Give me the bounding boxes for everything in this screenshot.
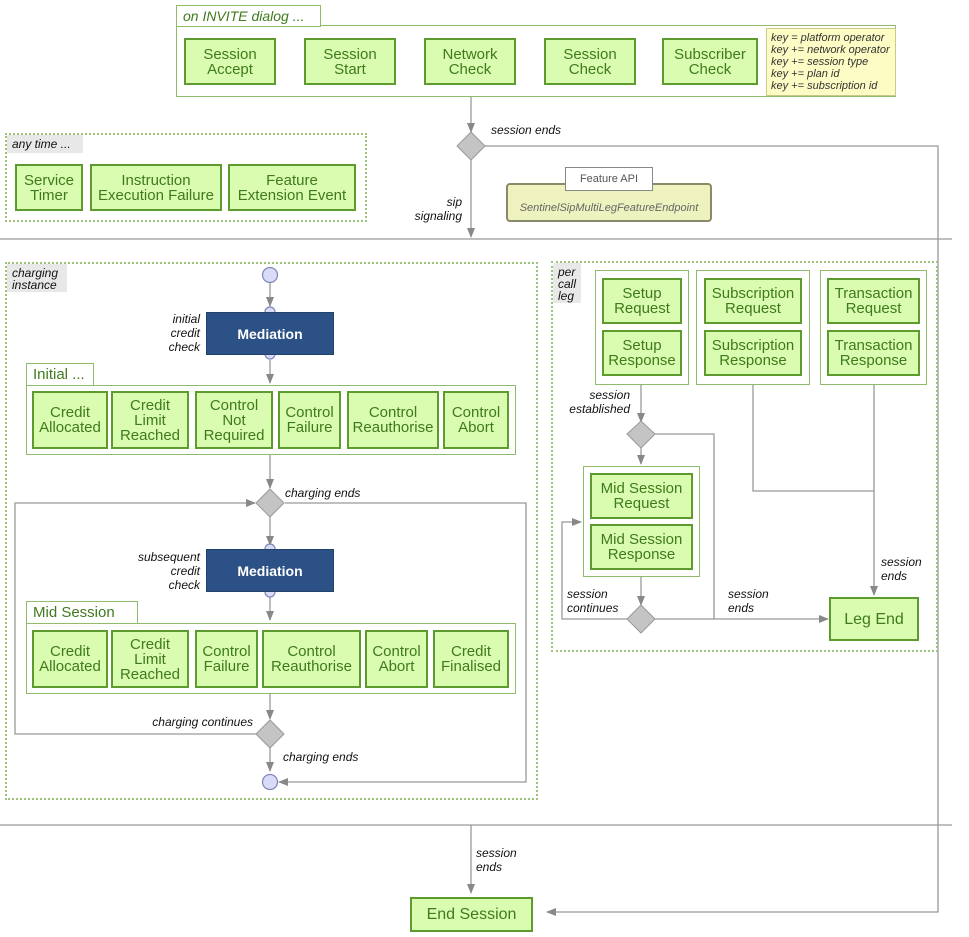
session-ends-label-a: session ends	[728, 587, 769, 615]
mid-credit-limit-reached-node[interactable]: Credit Limit Reached	[111, 630, 189, 688]
mid-control-abort-node[interactable]: Control Abort	[365, 630, 428, 688]
network-check-node[interactable]: Network Check	[424, 38, 516, 85]
setup-request-node[interactable]: Setup Request	[602, 278, 682, 324]
session-continues-label: session continues	[567, 587, 619, 615]
session-ends-label-bottom: session ends	[476, 846, 517, 874]
mid-credit-finalised-node[interactable]: Credit Finalised	[433, 630, 509, 688]
any-time-label: any time ...	[7, 135, 83, 153]
mid-session-group-label: Mid Session ...	[26, 601, 138, 638]
session-start-node[interactable]: Session Start	[304, 38, 396, 85]
initial-credit-allocated-node[interactable]: Credit Allocated	[32, 391, 108, 449]
invite-dialog-label: on INVITE dialog ...	[176, 5, 321, 27]
transaction-response-node[interactable]: Transaction Response	[827, 330, 920, 376]
mid-control-failure-node[interactable]: Control Failure	[195, 630, 258, 688]
subsequent-credit-check-label: subsequent credit check	[137, 550, 200, 592]
session-ends-label-b: session ends	[881, 555, 922, 583]
initial-control-not-required-node[interactable]: Control Not Required	[195, 391, 273, 449]
feature-api-tab: Feature API	[565, 167, 653, 191]
charging-instance-label: charging instance	[7, 264, 67, 292]
initial-credit-limit-reached-node[interactable]: Credit Limit Reached	[111, 391, 189, 449]
initial-group-label: Initial ...	[26, 363, 94, 386]
charging-continues-label: charging continues	[152, 715, 253, 729]
end-session-node[interactable]: End Session	[410, 897, 533, 932]
session-check-node[interactable]: Session Check	[544, 38, 636, 85]
mediation-initial-node[interactable]: Mediation	[206, 312, 334, 355]
key-note: key = platform operator key += network o…	[766, 28, 896, 96]
decision-diamond	[456, 131, 486, 161]
initial-credit-check-label: initial credit check	[168, 312, 200, 354]
instruction-execution-failure-node[interactable]: Instruction Execution Failure	[90, 164, 222, 211]
session-accept-node[interactable]: Session Accept	[184, 38, 276, 85]
charging-ends-label-2: charging ends	[283, 750, 359, 764]
mid-control-reauthorise-node[interactable]: Control Reauthorise	[262, 630, 361, 688]
feature-extension-event-node[interactable]: Feature Extension Event	[228, 164, 356, 211]
leg-end-node[interactable]: Leg End	[829, 597, 919, 641]
mid-session-response-node[interactable]: Mid Session Response	[590, 524, 693, 570]
initial-control-reauthorise-node[interactable]: Control Reauthorise	[347, 391, 439, 449]
subscriber-check-node[interactable]: Subscriber Check	[662, 38, 758, 85]
call-leg-label: per call leg	[553, 263, 581, 303]
charging-ends-label: charging ends	[285, 486, 361, 500]
mediation-subsequent-node[interactable]: Mediation	[206, 549, 334, 592]
sip-signaling-label: sip signaling	[414, 195, 462, 223]
subscription-request-node[interactable]: Subscription Request	[704, 278, 802, 324]
service-timer-node[interactable]: Service Timer	[15, 164, 83, 211]
session-ends-label: session ends	[491, 123, 562, 137]
mid-credit-allocated-node[interactable]: Credit Allocated	[32, 630, 108, 688]
initial-control-abort-node[interactable]: Control Abort	[443, 391, 509, 449]
initial-control-failure-node[interactable]: Control Failure	[278, 391, 341, 449]
session-established-label: session established	[569, 388, 630, 416]
setup-response-node[interactable]: Setup Response	[602, 330, 682, 376]
subscription-response-node[interactable]: Subscription Response	[704, 330, 802, 376]
mid-session-request-node[interactable]: Mid Session Request	[590, 473, 693, 519]
transaction-request-node[interactable]: Transaction Request	[827, 278, 920, 324]
